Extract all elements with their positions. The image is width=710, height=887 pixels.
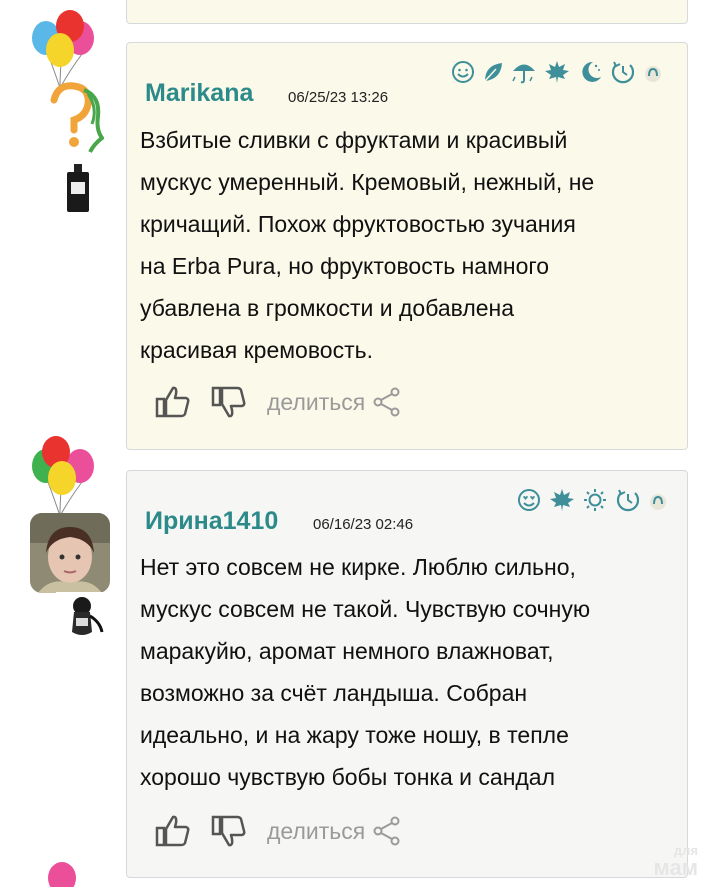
comment-actions: делиться [155,385,401,419]
comment-line: красивая кремовость. [140,337,373,363]
share-icon [373,387,400,417]
clock-icon [611,61,635,84]
moon-icon [582,61,601,82]
comment-line: возможно за счёт ландыша. Собран [140,680,528,706]
comment-line: хорошо чувствую бобы тонка и сандал [140,764,556,790]
previous-comment-card [126,0,688,24]
night-icon [650,494,666,510]
perfume-bottle-icon [56,592,108,640]
maple-leaf-icon [550,489,574,511]
umbrella-icon [512,64,535,84]
username[interactable]: Marikana [145,79,253,108]
question-head-avatar [50,82,104,153]
username[interactable]: Ирина1410 [145,507,278,536]
comment-line: идеально, и на жару тоже ношу, в тепле [140,722,569,748]
comment-text: Нет это совсем не кирке. Люблю сильно, м… [140,546,590,798]
comment-line: на Erba Pura, но фруктовость намного [140,253,550,279]
balloons-icon [32,10,94,89]
comment-text: Взбитые сливки с фруктами и красивый мус… [140,119,594,371]
thumbs-up-icon[interactable] [155,814,191,848]
thumbs-down-icon[interactable] [211,385,247,419]
comment-line: мускус совсем не такой. Чувствую сочную [140,596,591,622]
share-label: делиться [267,817,366,844]
watermark: для мам [654,844,699,879]
comment-line: маракуйю, аромат немного влажноват, [140,638,554,664]
comment-line: кричащий. Похож фруктовостью зучания [140,211,576,237]
user-avatar[interactable] [30,513,110,593]
balloon-icon [48,862,76,887]
thumbs-up-icon[interactable] [155,385,191,419]
share-label: делиться [267,388,366,415]
comment-line: Взбитые сливки с фруктами и красивый [140,127,568,153]
comment-date: 06/16/23 02:46 [313,516,414,533]
share-icon [373,816,400,846]
balloons-icon [32,436,94,517]
watermark-line: мам [653,855,699,880]
smile-icon [452,61,474,83]
comment-line: Нет это совсем не кирке. Люблю сильно, [140,554,576,580]
comment-date: 06/25/23 13:26 [288,89,389,106]
maple-leaf-icon [545,61,569,83]
season-icons [451,60,663,84]
share-button[interactable]: делиться [267,387,401,417]
comment-line: мускус умеренный. Кремовый, нежный, не [140,169,595,195]
perfume-bottle-icon [56,162,100,216]
share-button[interactable]: делиться [267,816,401,846]
sun-icon [584,489,606,511]
comment-line: убавлена в громкости и добавлена [140,295,515,321]
heart-eyes-icon [518,489,540,511]
clock-icon [616,489,640,512]
thumbs-down-icon[interactable] [211,814,247,848]
season-icons [516,488,668,512]
leaf-icon [484,63,502,82]
night-icon [645,66,661,82]
comment-actions: делиться [155,814,401,848]
